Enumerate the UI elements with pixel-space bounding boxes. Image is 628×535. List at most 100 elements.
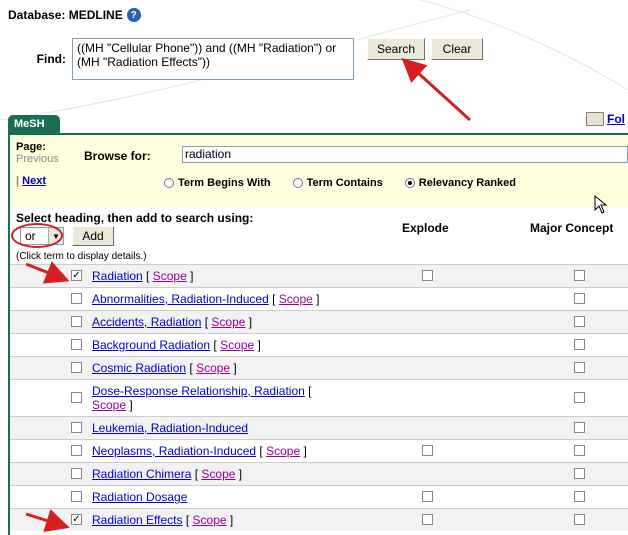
term-link[interactable]: Radiation Chimera	[92, 467, 191, 481]
term-link[interactable]: Leukemia, Radiation-Induced	[92, 421, 248, 435]
radio-relevancy-ranked[interactable]: Relevancy Ranked	[404, 177, 517, 189]
term-row: Accidents, Radiation [ Scope ]	[10, 310, 628, 333]
term-cell: Radiation Dosage	[92, 490, 342, 504]
scope-link[interactable]: Scope	[196, 361, 230, 375]
select-term-checkbox[interactable]	[71, 445, 82, 456]
scope-bracket-open: [	[186, 361, 197, 375]
scope-bracket-close: ]	[230, 361, 237, 375]
select-term-checkbox[interactable]	[71, 422, 82, 433]
major-concept-checkbox[interactable]	[574, 316, 585, 327]
previous-link: Previous	[16, 153, 59, 165]
select-term-checkbox[interactable]	[71, 362, 82, 373]
radio-term-contains[interactable]: Term Contains	[292, 177, 383, 189]
tab-mesh[interactable]: MeSH	[8, 115, 60, 134]
major-concept-checkbox[interactable]	[574, 491, 585, 502]
term-link[interactable]: Abnormalities, Radiation-Induced	[92, 292, 269, 306]
scope-bracket-open: [	[142, 269, 153, 283]
scope-link[interactable]: Scope	[201, 467, 235, 481]
scope-bracket-close: ]	[186, 269, 194, 283]
select-term-checkbox[interactable]	[71, 339, 82, 350]
browse-input[interactable]: radiation	[182, 146, 628, 163]
arrow-to-search	[401, 57, 472, 122]
explode-checkbox[interactable]	[422, 491, 433, 502]
term-link[interactable]: Accidents, Radiation	[92, 315, 201, 329]
scope-link[interactable]: Scope	[193, 513, 227, 527]
explode-checkbox[interactable]	[422, 514, 433, 525]
major-concept-checkbox[interactable]	[574, 362, 585, 373]
scope-bracket-open: [	[191, 467, 202, 481]
select-term-checkbox[interactable]	[71, 491, 82, 502]
folder-label[interactable]: Fol	[607, 112, 625, 126]
major-concept-checkbox[interactable]	[574, 468, 585, 479]
major-concept-checkbox[interactable]	[574, 445, 585, 456]
help-question-icon[interactable]: ?	[126, 8, 141, 22]
term-link[interactable]: Cosmic Radiation	[92, 361, 186, 375]
term-row: Abnormalities, Radiation-Induced [ Scope…	[10, 287, 628, 310]
term-link[interactable]: Background Radiation	[92, 338, 210, 352]
next-link[interactable]: Next	[22, 175, 46, 187]
explode-checkbox[interactable]	[422, 270, 433, 281]
term-link[interactable]: Radiation Effects	[92, 513, 183, 527]
term-cell: Leukemia, Radiation-Induced	[92, 421, 342, 435]
term-link[interactable]: Neoplasms, Radiation-Induced	[92, 444, 256, 458]
find-label: Find:	[36, 52, 66, 66]
scope-link[interactable]: Scope	[220, 338, 254, 352]
term-cell: Abnormalities, Radiation-Induced [ Scope…	[92, 292, 342, 306]
search-button[interactable]: Search	[367, 38, 425, 60]
term-link[interactable]: Radiation	[92, 269, 143, 283]
scope-bracket-close: ]	[126, 398, 133, 412]
major-concept-checkbox[interactable]	[574, 514, 585, 525]
folder-link[interactable]: Fol	[586, 112, 625, 126]
major-concept-checkbox[interactable]	[574, 293, 585, 304]
add-button[interactable]: Add	[72, 226, 114, 246]
term-cell: Radiation [ Scope ]	[92, 269, 342, 283]
term-cell: Cosmic Radiation [ Scope ]	[92, 361, 342, 375]
select-term-checkbox[interactable]	[71, 392, 82, 403]
major-concept-column-header: Major Concept	[530, 221, 614, 235]
term-cell: Neoplasms, Radiation-Induced [ Scope ]	[92, 444, 342, 458]
scope-link[interactable]: Scope	[211, 315, 245, 329]
scope-link[interactable]: Scope	[153, 269, 187, 283]
operator-highlight-circle	[11, 223, 63, 248]
select-term-checkbox[interactable]: ✓	[71, 270, 82, 281]
select-term-checkbox[interactable]: ✓	[71, 514, 82, 525]
radio-term-begins[interactable]: Term Begins With	[164, 177, 271, 189]
major-concept-checkbox[interactable]	[574, 392, 585, 403]
radio-circle-icon[interactable]	[292, 178, 303, 188]
term-row: Dose-Response Relationship, Radiation [ …	[10, 379, 628, 416]
major-concept-checkbox[interactable]	[574, 339, 585, 350]
database-header: Database: MEDLINE ?	[8, 8, 628, 22]
major-concept-checkbox[interactable]	[574, 422, 585, 433]
folder-icon	[586, 112, 604, 126]
radio-circle-icon[interactable]	[164, 178, 174, 188]
scope-link[interactable]: Scope	[266, 444, 300, 458]
select-term-checkbox[interactable]	[71, 293, 82, 304]
select-heading: Select heading, then add to search using…	[16, 211, 254, 225]
clear-button[interactable]: Clear	[431, 38, 483, 60]
explode-checkbox[interactable]	[422, 445, 433, 456]
term-row: Radiation Chimera [ Scope ]	[10, 462, 628, 485]
scope-bracket-close: ]	[254, 338, 261, 352]
mesh-panel: Page: Previous | Next Browse for: radiat…	[8, 133, 628, 535]
select-term-checkbox[interactable]	[71, 316, 82, 327]
scope-link[interactable]: Scope	[92, 398, 126, 412]
radio-label: Term Begins With	[178, 177, 271, 189]
browse-for-label: Browse for:	[84, 149, 151, 163]
major-concept-checkbox[interactable]	[574, 270, 585, 281]
page-label: Page:	[16, 141, 46, 153]
scope-bracket-open: [	[304, 384, 312, 398]
term-row: Radiation Dosage	[10, 485, 628, 508]
term-cell: Radiation Chimera [ Scope ]	[92, 467, 342, 481]
scope-bracket-close: ]	[235, 467, 243, 481]
term-link[interactable]: Radiation Dosage	[92, 490, 187, 504]
scope-bracket-close: ]	[226, 513, 234, 527]
radio-label: Relevancy Ranked	[418, 177, 517, 189]
scope-bracket-close: ]	[312, 292, 320, 306]
browse-area: Page: Previous | Next Browse for: radiat…	[10, 135, 628, 214]
scope-link[interactable]: Scope	[279, 292, 313, 306]
term-cell: Background Radiation [ Scope ]	[92, 338, 342, 352]
search-query-field[interactable]: ((MH "Cellular Phone")) and ((MH "Radiat…	[72, 38, 354, 80]
select-term-checkbox[interactable]	[71, 468, 82, 479]
radio-selected-icon[interactable]	[404, 178, 415, 188]
term-link[interactable]: Dose-Response Relationship, Radiation	[92, 384, 305, 398]
